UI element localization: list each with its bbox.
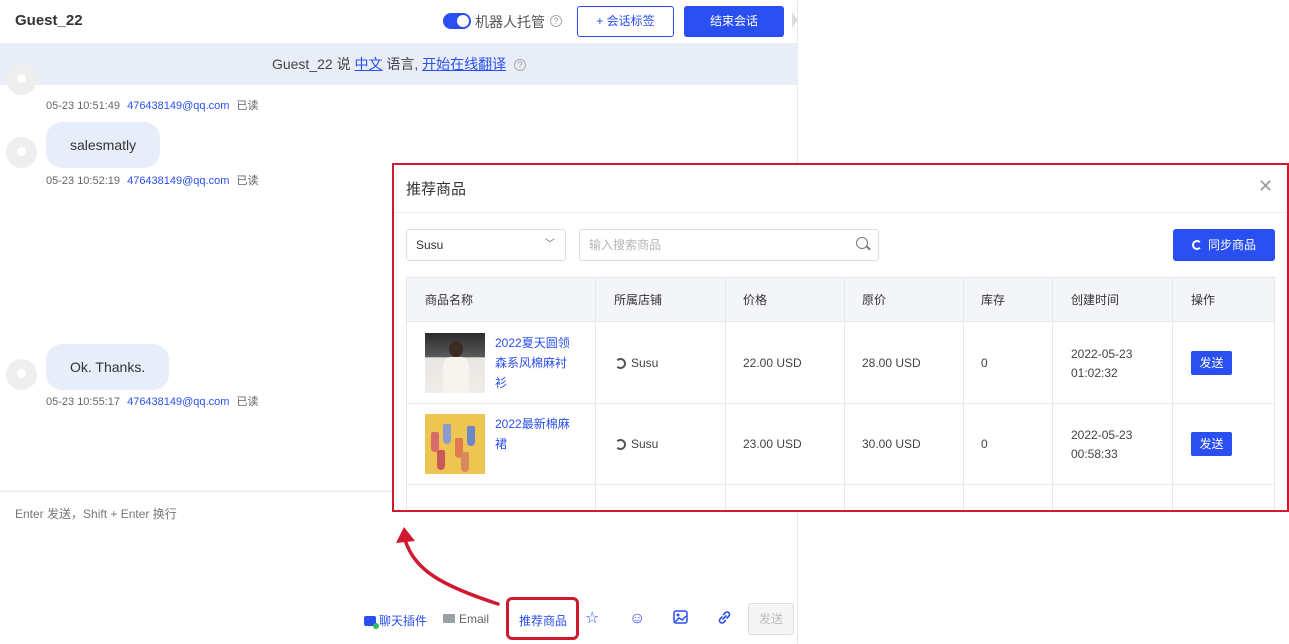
stock-cell: 0 — [981, 356, 988, 370]
session-tag-button[interactable]: + 会话标签 — [577, 6, 674, 37]
send-button[interactable]: 发送 — [748, 603, 794, 635]
created-time-cell: 2022-05-23 01:02:32 — [1071, 347, 1133, 380]
price-cell: 23.00 USD — [743, 437, 802, 451]
product-name-link[interactable]: 2022夏天圆领 森系风棉麻衬 衫 — [495, 333, 577, 393]
message-input-placeholder: Enter 发送，Shift + Enter 换行 — [15, 507, 177, 521]
message-meta: 05-23 10:52:19 476438149@qq.com 已读 — [46, 172, 258, 188]
language-link[interactable]: 中文 — [354, 56, 382, 72]
original-price-cell: 30.00 USD — [862, 437, 921, 451]
shop-cell: Susu — [615, 356, 658, 370]
created-time-cell: 2022-05-23 00:58:33 — [1071, 428, 1133, 461]
refresh-icon — [1191, 240, 1202, 250]
table-row: 2022夏天圆领 森系风棉麻衬 衫 Susu 22.00 USD 28.00 U… — [407, 323, 1274, 404]
translate-middle: 语言, — [382, 56, 423, 72]
message-status: 已读 — [236, 396, 259, 408]
emoji-icon[interactable]: ☺ — [629, 610, 645, 628]
message-time: 05-23 10:55:17 — [46, 396, 121, 408]
chat-plugin-button[interactable]: 聊天插件 — [364, 612, 427, 629]
message-email[interactable]: 476438149@qq.com — [127, 175, 229, 187]
column-header: 原价 — [862, 293, 887, 307]
product-table: 商品名称 所属店铺 价格 原价 库存 创建时间 操作 2022夏天圆领 森系风棉… — [406, 277, 1275, 510]
column-header: 库存 — [981, 293, 1006, 307]
chat-header: Guest_22 机器人托管 ? + 会话标签 结束会话 — [0, 0, 798, 44]
translate-prefix: Guest_22 说 — [271, 56, 355, 72]
star-icon[interactable]: ☆ — [585, 610, 599, 628]
start-translate-link[interactable]: 开始在线翻译 — [422, 56, 506, 72]
message-time: 05-23 10:52:19 — [46, 175, 121, 187]
collapse-caret-icon[interactable] — [792, 12, 798, 28]
robot-label: 机器人托管 — [475, 14, 545, 30]
product-name-link[interactable]: 2022最新棉麻 裙 — [495, 414, 577, 454]
close-icon[interactable]: ✕ — [1258, 177, 1273, 195]
chat-plugin-icon — [364, 616, 379, 629]
recommend-product-button[interactable]: 推荐商品 — [519, 612, 567, 629]
column-header: 操作 — [1191, 293, 1216, 307]
table-row: 2022最新棉麻 裙 Susu 23.00 USD 30.00 USD 0 20… — [407, 404, 1274, 485]
chevron-down-icon: ﹀ — [545, 239, 555, 250]
message-status: 已读 — [236, 100, 259, 112]
message-status: 已读 — [236, 175, 259, 187]
stock-cell: 0 — [981, 437, 988, 451]
modal-divider — [394, 212, 1287, 213]
message-bubble: salesmatly — [46, 122, 161, 168]
shop-icon — [615, 358, 626, 369]
product-search-input[interactable] — [579, 229, 879, 261]
email-label: Email — [459, 612, 490, 626]
message-email[interactable]: 476438149@qq.com — [127, 100, 229, 112]
message-time: 05-23 10:51:49 — [46, 100, 121, 112]
modal-title: 推荐商品 — [406, 181, 467, 198]
store-select[interactable]: Susu ﹀ — [406, 229, 566, 261]
sync-products-label: 同步商品 — [1207, 238, 1256, 252]
column-header: 创建时间 — [1071, 293, 1120, 307]
translate-bar: Guest_22 说 中文 语言, 开始在线翻译 ? — [0, 44, 798, 85]
table-header: 商品名称 所属店铺 价格 原价 库存 创建时间 操作 — [407, 278, 1274, 322]
send-product-button[interactable]: 发送 — [1191, 351, 1232, 375]
avatar — [6, 359, 37, 390]
sync-products-button[interactable]: 同步商品 — [1173, 229, 1275, 261]
chat-plugin-label: 聊天插件 — [379, 614, 428, 628]
column-header: 商品名称 — [425, 293, 474, 307]
original-price-cell: 28.00 USD — [862, 356, 921, 370]
column-header: 所属店铺 — [614, 293, 663, 307]
price-cell: 22.00 USD — [743, 356, 802, 370]
column-header: 价格 — [743, 293, 768, 307]
message-bubble: Ok. Thanks. — [46, 344, 170, 390]
message-meta: 05-23 10:51:49 476438149@qq.com 已读 — [46, 97, 258, 113]
product-thumbnail — [425, 333, 485, 393]
image-icon[interactable] — [673, 610, 688, 629]
send-product-button[interactable]: 发送 — [1191, 432, 1232, 456]
message-meta: 05-23 10:55:17 476438149@qq.com 已读 — [46, 393, 258, 409]
help-icon[interactable]: ? — [550, 15, 562, 27]
guest-name: Guest_22 — [15, 12, 83, 29]
recommend-product-modal: 推荐商品 ✕ Susu ﹀ 同步商品 商品名称 所属店铺 价格 原价 库存 创建… — [392, 163, 1289, 512]
translate-help-icon[interactable]: ? — [514, 59, 527, 72]
search-icon[interactable] — [856, 237, 868, 249]
shop-icon — [615, 439, 626, 450]
product-thumbnail — [425, 414, 485, 474]
mail-icon — [443, 614, 455, 623]
link-icon[interactable] — [717, 610, 732, 630]
message-email[interactable]: 476438149@qq.com — [127, 396, 229, 408]
store-select-value: Susu — [416, 238, 444, 252]
end-session-button[interactable]: 结束会话 — [684, 6, 784, 37]
avatar — [6, 137, 37, 168]
email-button[interactable]: Email — [443, 612, 489, 626]
avatar — [6, 64, 37, 95]
robot-toggle[interactable] — [443, 13, 471, 29]
shop-cell: Susu — [615, 437, 658, 451]
